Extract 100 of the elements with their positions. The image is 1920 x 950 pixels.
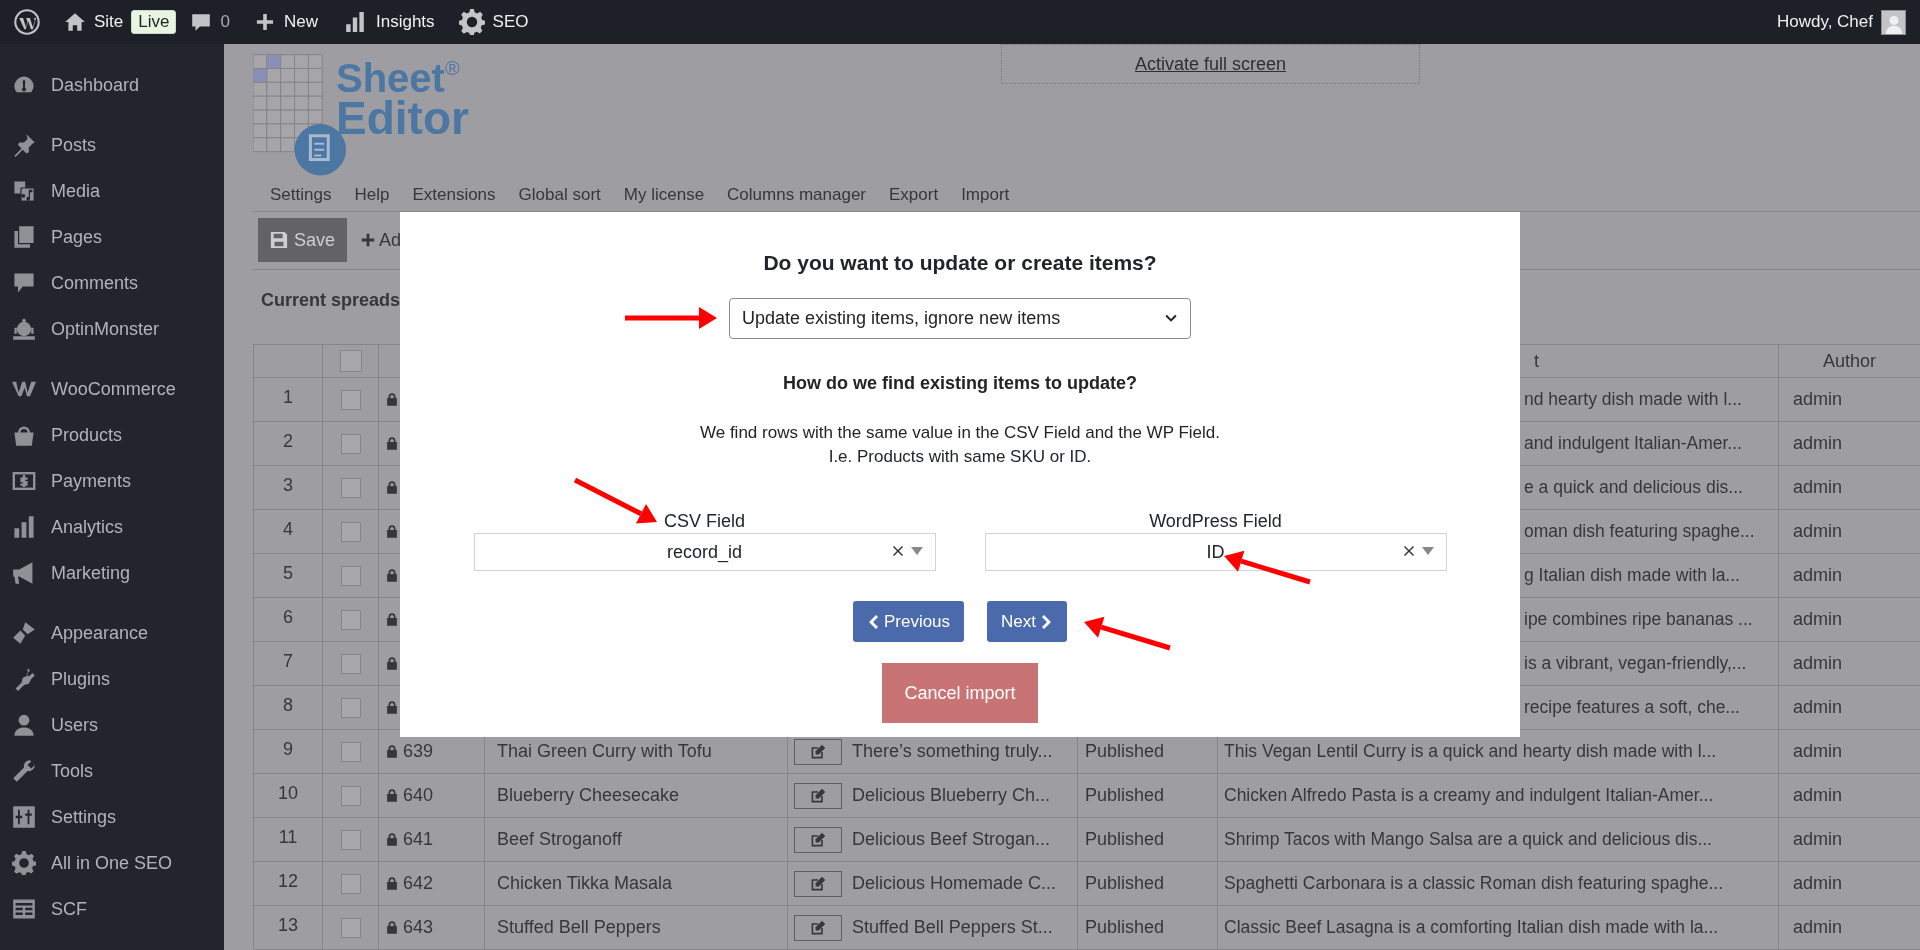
sidebar-label: Tools — [51, 759, 94, 783]
checkbox[interactable] — [340, 477, 361, 498]
greeting-text[interactable]: Howdy, Chef — [1776, 9, 1873, 35]
edit-button[interactable] — [794, 826, 842, 853]
caret-down-icon[interactable] — [1421, 547, 1434, 555]
edit-button[interactable] — [794, 738, 842, 765]
sidebar-item[interactable]: Payments — [0, 458, 224, 504]
previous-button[interactable]: Previous — [852, 601, 965, 642]
media-icon — [12, 179, 36, 203]
table-cell-text: Published — [1085, 784, 1165, 807]
pencil-icon — [810, 743, 826, 760]
pencil-icon — [810, 875, 826, 892]
table-cell-text: Delicious Beef Strogan... — [852, 828, 1051, 851]
caret-down-icon[interactable] — [910, 547, 923, 555]
insights-link[interactable]: Insights — [375, 9, 435, 35]
logo-word: Editor — [336, 98, 469, 138]
lock-icon — [385, 700, 399, 715]
sidebar-item[interactable]: Tools — [0, 748, 224, 794]
sidebar-item[interactable]: Dashboard — [0, 62, 224, 108]
menu-item[interactable]: Settings — [270, 181, 332, 208]
avatar-icon[interactable] — [1881, 9, 1906, 35]
sidebar-item[interactable]: Comments — [0, 260, 224, 306]
table-cell-text: Chicken Tikka Masala — [497, 872, 673, 895]
sidebar-item[interactable]: WooCommerce — [0, 366, 224, 412]
sidebar-item[interactable]: Settings — [0, 794, 224, 840]
sidebar-item[interactable]: OptinMonster — [0, 306, 224, 352]
sliders-icon — [12, 805, 36, 829]
checkbox[interactable] — [340, 785, 361, 806]
table-cell-text: Published — [1085, 828, 1165, 851]
menu-item[interactable]: Extensions — [412, 181, 496, 208]
table-cell-text: admin — [1793, 740, 1843, 763]
checkbox[interactable] — [340, 521, 361, 542]
row-number: 8 — [283, 694, 293, 717]
table-cell-text: Blueberry Cheesecake — [497, 784, 680, 807]
table-cell-text: Spaghetti Carbonara is a classic Roman dish featuring spaghe... — [1224, 872, 1724, 896]
save-button[interactable]: Save — [258, 218, 348, 263]
checkbox[interactable] — [340, 653, 361, 674]
sidebar-item[interactable]: Analytics — [0, 504, 224, 550]
table-cell-text: ipe combines ripe bananas ... — [1524, 608, 1753, 632]
table-cell-text: Classic Beef Lasagna is a comforting Italian dish made with la... — [1224, 916, 1719, 940]
edit-button[interactable] — [794, 782, 842, 809]
table-cell-text: oman dish featuring spaghe... — [1524, 520, 1755, 544]
row-number: 5 — [283, 562, 293, 585]
seo-link[interactable]: SEO — [492, 9, 529, 35]
checkbox[interactable] — [340, 565, 361, 586]
sidebar-item[interactable]: Pages — [0, 214, 224, 260]
menu-item[interactable]: My license — [623, 181, 705, 208]
table-cell-text: and indulgent Italian-Amer... — [1524, 432, 1742, 456]
column-header: t — [1534, 349, 1539, 373]
checkbox[interactable] — [340, 917, 361, 938]
edit-button[interactable] — [794, 870, 842, 897]
sidebar-item[interactable]: Products — [0, 412, 224, 458]
sidebar-item[interactable]: Appearance — [0, 610, 224, 656]
sidebar-label: Analytics — [51, 515, 124, 539]
lock-icon — [385, 656, 399, 671]
menu-item[interactable]: Columns manager — [727, 181, 866, 208]
sidebar-item[interactable]: Marketing — [0, 550, 224, 596]
bar-chart-icon — [12, 515, 36, 539]
mode-dropdown[interactable]: Update existing items, ignore new items — [729, 298, 1191, 339]
checkbox[interactable] — [340, 829, 361, 850]
clear-icon[interactable] — [892, 546, 903, 556]
checkbox[interactable] — [339, 350, 362, 372]
row-number: 6 — [283, 606, 293, 629]
site-link[interactable]: Site — [94, 9, 124, 35]
checkbox[interactable] — [340, 697, 361, 718]
table-cell-text: Beef Stroganoff — [497, 828, 622, 851]
sidebar-label: Pages — [51, 225, 103, 249]
table-cell-text: Published — [1085, 740, 1165, 763]
field-dropdown[interactable]: record_id — [473, 533, 936, 571]
menu-item[interactable]: Help — [354, 181, 390, 208]
edit-button[interactable] — [794, 914, 842, 941]
checkbox[interactable] — [340, 389, 361, 410]
lock-icon — [385, 744, 399, 759]
table-cell-text: admin — [1793, 608, 1843, 631]
user-icon — [12, 713, 36, 737]
table-cell-text: There’s something truly... — [852, 740, 1053, 763]
checkbox[interactable] — [340, 741, 361, 762]
checkbox[interactable] — [340, 873, 361, 894]
new-link[interactable]: New — [283, 9, 318, 35]
sidebar-item[interactable]: Users — [0, 702, 224, 748]
menu-item[interactable]: Global sort — [518, 181, 601, 208]
sidebar-label: Media — [51, 179, 101, 203]
pushpin-icon — [12, 133, 36, 157]
menu-item[interactable]: Import — [961, 181, 1010, 208]
sidebar-item[interactable]: Posts — [0, 122, 224, 168]
sidebar-item[interactable]: SCF — [0, 886, 224, 932]
checkbox[interactable] — [340, 609, 361, 630]
sidebar-item[interactable]: Media — [0, 168, 224, 214]
table-cell-text: Shrimp Tacos with Mango Salsa are a quick and delicious dis... — [1224, 828, 1712, 852]
menu-item[interactable]: Export — [889, 181, 939, 208]
sidebar-item[interactable]: Plugins — [0, 656, 224, 702]
next-button[interactable]: Next — [987, 601, 1068, 642]
sidebar-item[interactable]: All in One SEO — [0, 840, 224, 886]
speech-bubble-icon[interactable] — [190, 11, 213, 33]
sidebar-label: SCF — [51, 897, 87, 921]
clear-icon[interactable] — [1403, 546, 1414, 556]
lock-icon — [385, 392, 399, 407]
checkbox[interactable] — [340, 433, 361, 454]
field-dropdown[interactable]: ID — [984, 533, 1447, 571]
row-number: 12 — [278, 870, 298, 893]
